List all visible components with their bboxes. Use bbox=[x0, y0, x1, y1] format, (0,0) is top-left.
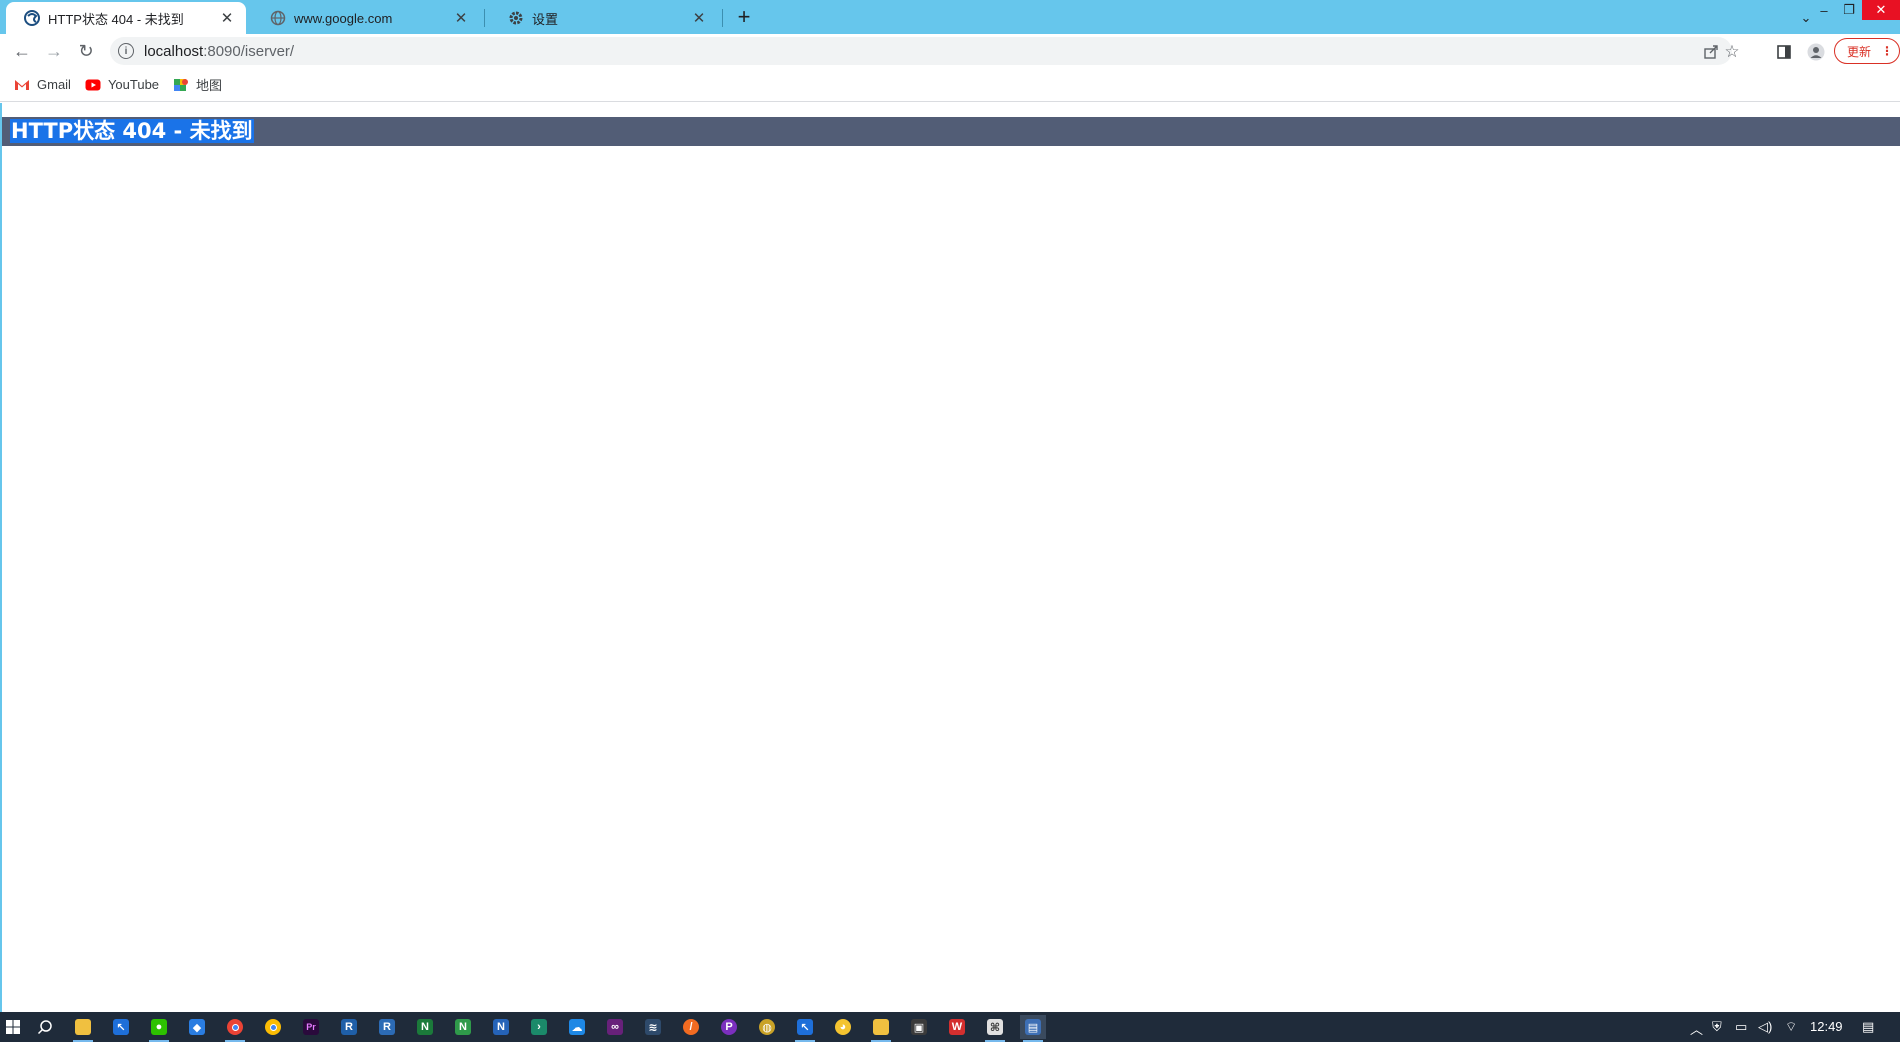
tab-separator bbox=[722, 9, 723, 27]
info-icon[interactable]: i bbox=[118, 43, 134, 59]
network-shield-icon[interactable]: ⛨ bbox=[1712, 1019, 1722, 1035]
app-code-icon[interactable]: › bbox=[526, 1015, 552, 1039]
forward-icon[interactable]: → bbox=[42, 39, 66, 63]
wifi-icon[interactable]: ⌔ bbox=[1785, 1019, 1797, 1035]
app-bird-icon[interactable]: ◕ bbox=[830, 1015, 856, 1039]
wps-icon[interactable]: W bbox=[944, 1015, 970, 1039]
share-icon[interactable] bbox=[1702, 43, 1720, 61]
page-title[interactable]: HTTP状态 404 - 未找到 bbox=[10, 119, 254, 143]
app-n-icon[interactable]: N bbox=[488, 1015, 514, 1039]
globe-icon bbox=[270, 10, 286, 26]
window-close-icon[interactable]: ✕ bbox=[1862, 0, 1900, 20]
app-purple-icon[interactable]: P bbox=[716, 1015, 742, 1039]
app-n-icon[interactable]: N bbox=[412, 1015, 438, 1039]
supermap-icon bbox=[24, 10, 40, 26]
browser-window: HTTP状态 404 - 未找到 ✕ www.google.com ✕ 设置 ✕… bbox=[0, 0, 1900, 1012]
update-label: 更新 bbox=[1847, 44, 1872, 59]
app-signal-icon[interactable]: ≋ bbox=[640, 1015, 666, 1039]
tab-label: 设置 bbox=[532, 11, 559, 27]
app-orange-icon[interactable]: / bbox=[678, 1015, 704, 1039]
search-icon[interactable] bbox=[32, 1015, 58, 1039]
bookmark-label: YouTube bbox=[107, 77, 160, 92]
toolbar: ← → ↻ i localhost:8090/iserver/ ☆ 更新 ⋮ bbox=[0, 34, 1900, 68]
app-cloud-icon[interactable]: ☁ bbox=[564, 1015, 590, 1039]
minimize-icon[interactable]: – bbox=[1812, 0, 1836, 20]
wechat-icon[interactable]: ● bbox=[146, 1015, 172, 1042]
notification-icon[interactable]: ▤ bbox=[1862, 1019, 1874, 1035]
tab-http-404[interactable]: HTTP状态 404 - 未找到 ✕ bbox=[6, 2, 246, 34]
app-photo-icon[interactable]: ⌘ bbox=[982, 1015, 1008, 1042]
bookmark-maps[interactable]: 地图 bbox=[173, 75, 222, 94]
bookmarks-bar: Gmail YouTube 地图 bbox=[0, 68, 1900, 102]
chrome-icon[interactable] bbox=[260, 1015, 286, 1039]
camera-icon[interactable]: ▣ bbox=[906, 1015, 932, 1039]
tab-separator bbox=[484, 9, 485, 27]
side-panel-icon[interactable] bbox=[1774, 42, 1794, 62]
gmail-icon bbox=[14, 78, 30, 92]
update-button[interactable]: 更新 ⋮ bbox=[1834, 38, 1900, 64]
clock[interactable]: 12:49 bbox=[1810, 1019, 1843, 1034]
youtube-icon bbox=[85, 78, 101, 92]
app-n-icon[interactable]: N bbox=[450, 1015, 476, 1039]
tab-google[interactable]: www.google.com ✕ bbox=[252, 2, 480, 34]
tab-label: www.google.com bbox=[294, 10, 393, 26]
address-bar[interactable]: i localhost:8090/iserver/ ☆ bbox=[110, 37, 1740, 65]
more-menu-icon[interactable]: ⋮ bbox=[1881, 44, 1893, 58]
url-text[interactable]: localhost:8090/iserver/ bbox=[144, 43, 294, 60]
maps-icon bbox=[173, 78, 189, 92]
folder-icon[interactable] bbox=[868, 1015, 894, 1042]
bookmark-label: Gmail bbox=[37, 77, 71, 92]
close-icon[interactable]: ✕ bbox=[218, 9, 236, 27]
back-icon[interactable]: ← bbox=[10, 39, 34, 63]
chevron-up-icon[interactable]: ︿ bbox=[1690, 1019, 1703, 1038]
taskbar: ↖ ● ◆ Pr R R N N N › ☁ ∞ ≋ / P ◍ ↖ ◕ ▣ W… bbox=[0, 1012, 1900, 1042]
windows-start-icon[interactable] bbox=[0, 1015, 26, 1039]
tab-label: HTTP状态 404 - 未找到 bbox=[48, 11, 184, 27]
app-globe-icon[interactable]: ◍ bbox=[754, 1015, 780, 1039]
bookmark-youtube[interactable]: YouTube bbox=[85, 77, 159, 92]
tab-strip: HTTP状态 404 - 未找到 ✕ www.google.com ✕ 设置 ✕… bbox=[0, 0, 1900, 34]
app-cursor-icon[interactable]: ↖ bbox=[792, 1015, 818, 1042]
close-icon[interactable]: ✕ bbox=[452, 9, 470, 27]
gear-icon bbox=[508, 10, 524, 26]
app-cube-icon[interactable]: ◆ bbox=[184, 1015, 210, 1039]
bookmark-gmail[interactable]: Gmail bbox=[14, 77, 71, 92]
volume-icon[interactable]: ◁) bbox=[1758, 1019, 1772, 1035]
app-r-icon[interactable]: R bbox=[374, 1015, 400, 1039]
premiere-icon[interactable]: Pr bbox=[298, 1015, 324, 1039]
battery-icon[interactable]: ▭ bbox=[1735, 1019, 1747, 1035]
reload-icon[interactable]: ↻ bbox=[74, 39, 98, 63]
chrome-icon[interactable] bbox=[222, 1015, 248, 1042]
url-host: localhost bbox=[144, 42, 204, 60]
error-header-bar: HTTP状态 404 - 未找到 bbox=[2, 117, 1900, 146]
page-content: HTTP状态 404 - 未找到 bbox=[0, 103, 1900, 1012]
file-explorer-icon[interactable] bbox=[70, 1015, 96, 1042]
visual-studio-icon[interactable]: ∞ bbox=[602, 1015, 628, 1039]
new-tab-button[interactable]: + bbox=[732, 4, 756, 29]
url-path: :8090/iserver/ bbox=[203, 42, 295, 60]
app-remote-icon[interactable]: ▤ bbox=[1020, 1015, 1046, 1042]
restore-icon[interactable]: ❐ bbox=[1836, 0, 1862, 20]
bookmark-label: 地图 bbox=[196, 78, 223, 93]
tab-settings[interactable]: 设置 ✕ bbox=[490, 2, 718, 34]
star-icon[interactable]: ☆ bbox=[1723, 42, 1741, 61]
app-cursor-icon[interactable]: ↖ bbox=[108, 1015, 134, 1039]
close-icon[interactable]: ✕ bbox=[690, 9, 708, 27]
profile-avatar-icon[interactable] bbox=[1806, 42, 1826, 62]
app-r-icon[interactable]: R bbox=[336, 1015, 362, 1039]
